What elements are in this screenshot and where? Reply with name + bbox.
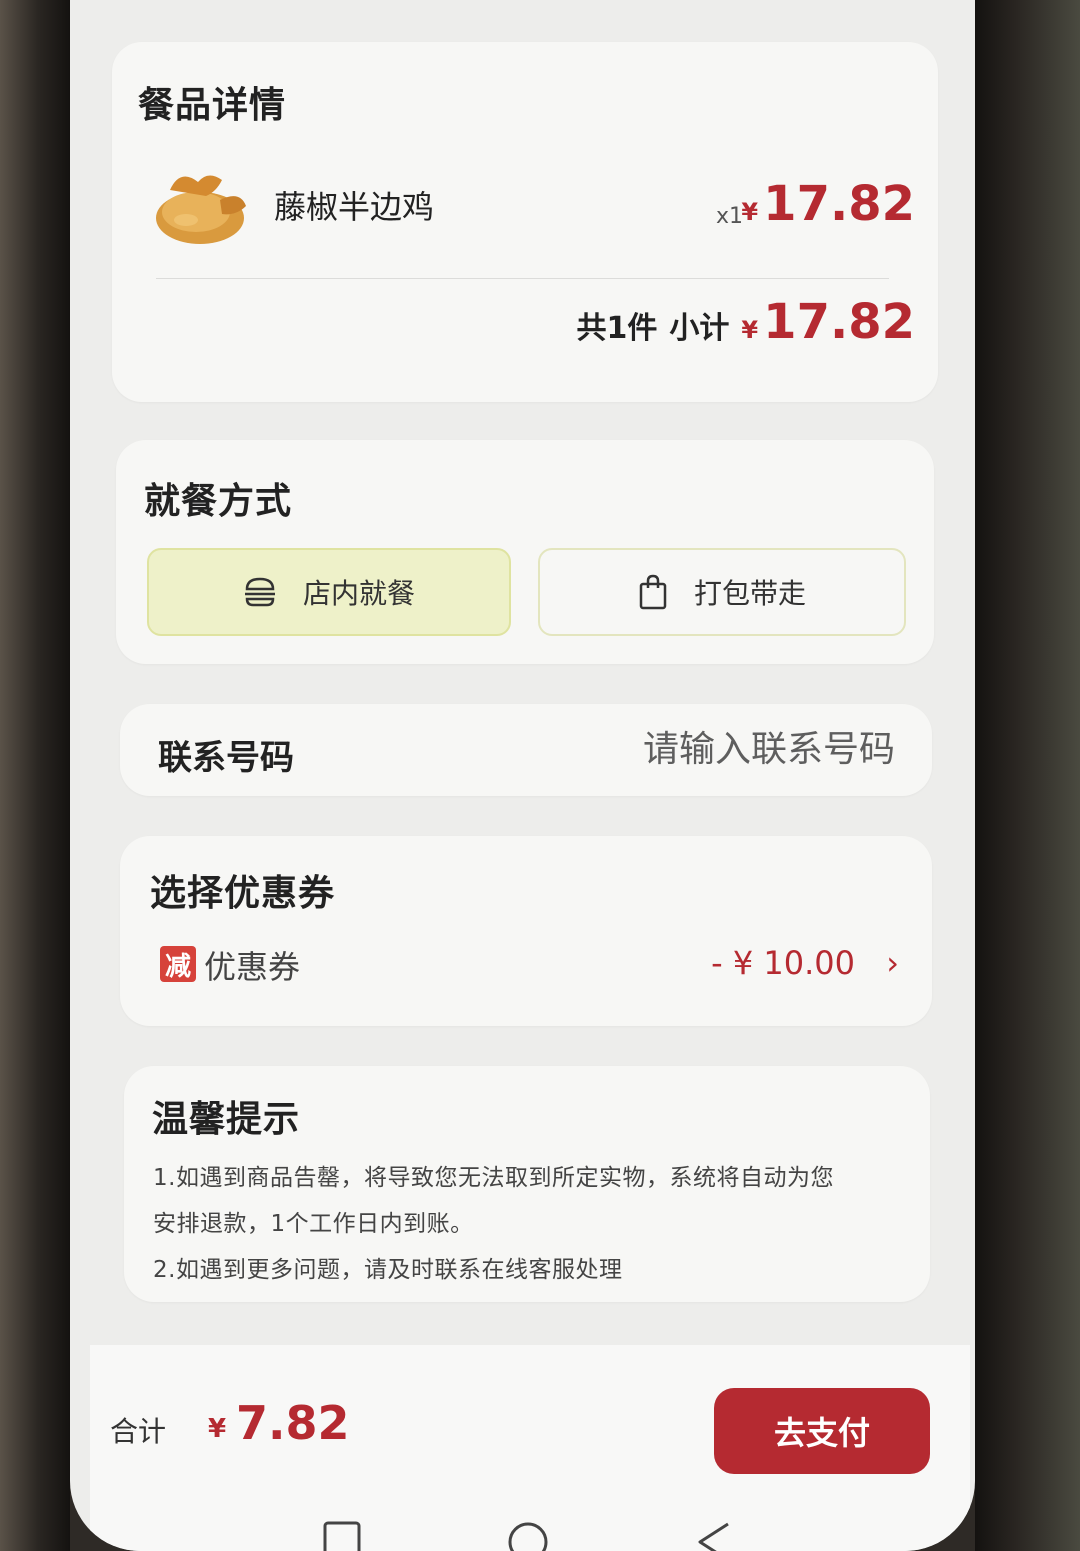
bag-icon: [639, 574, 667, 610]
contact-phone-input[interactable]: [535, 724, 895, 774]
item-count: 共1件: [576, 311, 658, 346]
coupon-label[interactable]: 优惠券: [204, 942, 300, 988]
total-label: 合计: [110, 1415, 167, 1448]
tips-section-title: 温馨提示: [152, 1099, 301, 1140]
burger-icon: [244, 577, 275, 607]
home-icon[interactable]: [506, 1520, 550, 1551]
pay-button[interactable]: 去支付: [714, 1388, 930, 1474]
items-divider: [156, 278, 889, 279]
chevron-right-icon[interactable]: ›: [886, 944, 899, 982]
tip-line: 1.如遇到商品告罄，将导致您无法取到所定实物，系统将自动为您: [153, 1165, 834, 1191]
item-price-currency: ¥: [741, 198, 759, 226]
dine-in-option[interactable]: 店内就餐: [147, 548, 511, 636]
back-icon[interactable]: [694, 1520, 734, 1551]
items-section-title: 餐品详情: [138, 85, 287, 126]
subtotal-row: 共1件 小计 ¥ 17.82: [577, 294, 916, 350]
total-amount: 7.82: [236, 1396, 350, 1450]
phone-bezel-left: [0, 0, 70, 1551]
takeaway-label: 打包带走: [693, 577, 806, 610]
takeaway-option[interactable]: 打包带走: [538, 548, 906, 636]
total-currency: ¥: [208, 1414, 227, 1444]
tip-line: 2.如遇到更多问题，请及时联系在线客服处理: [153, 1257, 623, 1283]
item-name: 藤椒半边鸡: [274, 188, 435, 226]
subtotal-currency: ¥: [741, 316, 759, 344]
phone-bezel-right: [975, 0, 1080, 1551]
dining-section-title: 就餐方式: [144, 481, 293, 522]
item-price-value: 17.82: [763, 176, 915, 232]
coupon-section-title: 选择优惠券: [150, 873, 336, 914]
dine-in-label: 店内就餐: [302, 577, 415, 610]
contact-label: 联系号码: [158, 738, 294, 778]
recent-apps-icon[interactable]: [322, 1520, 362, 1551]
item-price: ¥ 17.82: [741, 176, 915, 232]
coupon-amount[interactable]: - ¥ 10.00: [711, 944, 855, 982]
subtotal-label: 小计: [669, 311, 730, 346]
coupon-card: 选择优惠券: [120, 836, 932, 1026]
subtotal-value: 17.82: [763, 294, 915, 350]
item-quantity: x1: [716, 204, 744, 229]
chicken-image: [156, 175, 246, 244]
order-confirm-screen: 餐品详情 藤椒半边鸡 x1 ¥ 17.82 共1件 小计 ¥ 17.82 就餐方…: [70, 0, 975, 1551]
discount-badge: 减: [160, 946, 196, 982]
tip-line: 安排退款，1个工作日内到账。: [153, 1211, 474, 1237]
